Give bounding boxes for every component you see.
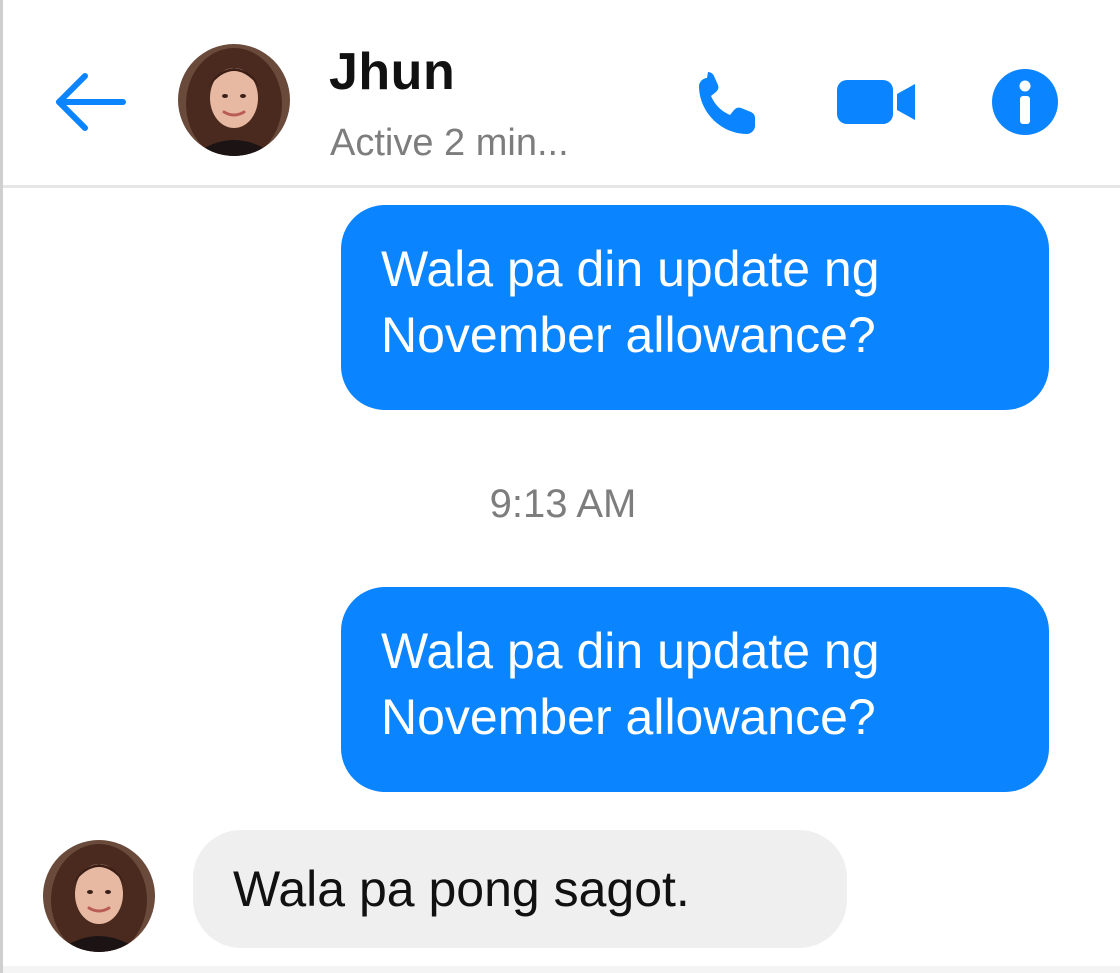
conversation-info-button[interactable] — [989, 66, 1061, 138]
back-button[interactable] — [51, 66, 131, 138]
video-camera-icon — [837, 80, 915, 124]
contact-avatar[interactable] — [178, 44, 290, 156]
conversation-header: Jhun Active 2 min... — [3, 0, 1120, 188]
message-text: Wala pa pong sagot. — [233, 861, 690, 917]
contact-name[interactable]: Jhun — [329, 42, 455, 102]
phone-icon — [699, 72, 755, 134]
message-text: Wala pa din update ng — [381, 623, 880, 679]
video-call-button[interactable] — [835, 72, 919, 132]
timestamp-text: 9:13 AM — [489, 482, 637, 526]
sender-avatar[interactable] — [43, 840, 155, 952]
info-icon — [992, 69, 1058, 135]
voice-call-button[interactable] — [691, 66, 763, 138]
incoming-message-bubble[interactable]: Wala pa pong sagot. — [193, 830, 847, 948]
message-text: November allowance? — [381, 307, 876, 363]
profile-photo — [43, 840, 155, 952]
message-text: November allowance? — [381, 689, 876, 745]
outgoing-message-bubble[interactable]: Wala pa din update ng November allowance… — [341, 205, 1049, 410]
message-text: Wala pa din update ng — [381, 241, 880, 297]
message-timestamp: 9:13 AM — [3, 482, 1120, 527]
arrow-left-icon — [56, 73, 126, 131]
profile-photo — [178, 44, 290, 156]
active-status: Active 2 min... — [330, 122, 569, 164]
messenger-conversation: Jhun Active 2 min... Wala pa din update … — [0, 0, 1120, 973]
composer-edge — [3, 966, 1120, 973]
outgoing-message-bubble[interactable]: Wala pa din update ng November allowance… — [341, 587, 1049, 792]
